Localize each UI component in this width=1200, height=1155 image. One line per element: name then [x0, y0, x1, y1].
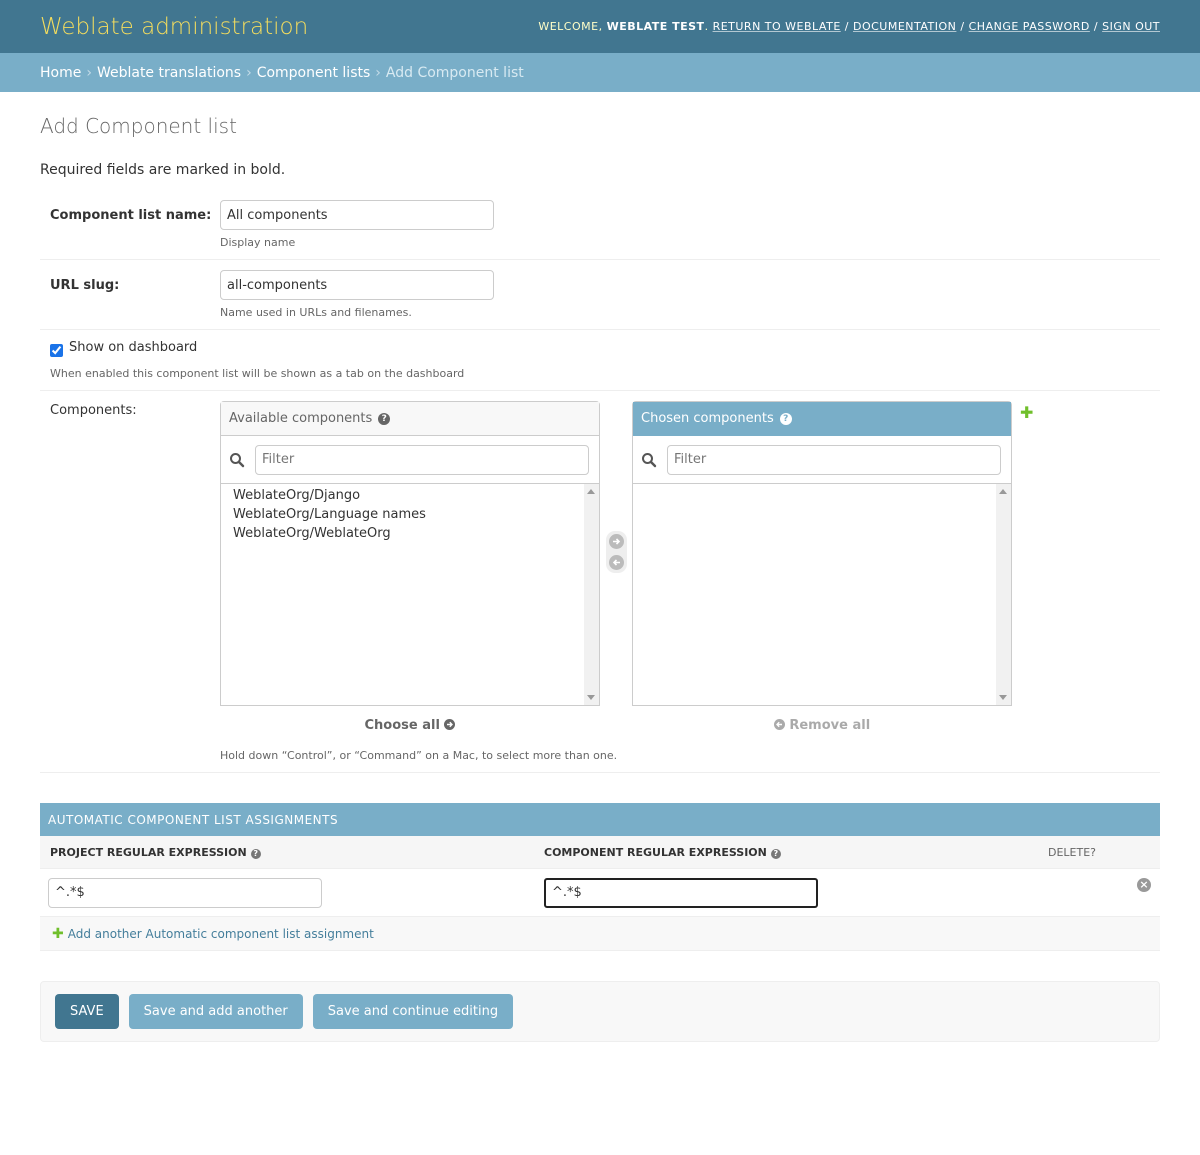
available-components-list[interactable]: WeblateOrg/Django WeblateOrg/Language na… — [221, 484, 599, 705]
save-and-continue-button[interactable]: Save and continue editing — [312, 994, 514, 1029]
component-regex-input[interactable] — [544, 877, 818, 908]
required-note: Required fields are marked in bold. — [40, 162, 286, 178]
available-components-title: Available components ? — [221, 402, 599, 436]
documentation-link[interactable]: Documentation — [853, 20, 956, 33]
help-icon[interactable]: ? — [378, 412, 391, 425]
help-icon[interactable]: ? — [250, 848, 261, 859]
scrollbar[interactable] — [996, 484, 1011, 705]
name-label: Component list name: — [50, 208, 212, 223]
available-filter-row — [221, 436, 599, 484]
delete-row-icon[interactable]: × — [1137, 878, 1151, 892]
selector-movers — [600, 531, 632, 573]
slug-label: URL slug: — [50, 278, 120, 293]
project-regex-input[interactable] — [48, 877, 322, 908]
inline-assignments: AUTOMATIC COMPONENT LIST ASSIGNMENTS Pro… — [40, 803, 1160, 951]
table-row: × — [40, 869, 1160, 917]
components-help: Hold down “Control”, or “Command” on a M… — [220, 749, 618, 762]
available-filter-input[interactable] — [255, 444, 589, 475]
show-on-dashboard-checkbox[interactable] — [50, 344, 63, 357]
save-button[interactable]: SAVE — [55, 994, 119, 1029]
chosen-filter-row — [633, 436, 1011, 484]
remove-all-link[interactable]: Remove all — [632, 718, 1012, 733]
user-tools: Welcome, Weblate Test. Return to Weblate… — [538, 20, 1160, 33]
main-content: Add Component list Required fields are m… — [0, 114, 1200, 1042]
breadcrumb-separator: › — [86, 64, 92, 81]
search-icon — [230, 452, 245, 467]
form-row-components: Components: Available components ? Filte… — [40, 391, 1160, 773]
search-icon — [642, 452, 657, 467]
selector-actions: Choose all Remove all — [220, 718, 1030, 733]
form-row-dashboard: Show on dashboard When enabled this comp… — [40, 330, 1160, 391]
inline-title: AUTOMATIC COMPONENT LIST ASSIGNMENTS — [40, 803, 1160, 836]
breadcrumb-app[interactable]: Weblate translations — [97, 65, 241, 81]
return-to-weblate-link[interactable]: Return to Weblate — [713, 20, 841, 33]
form-row-name: Component list name: Display name — [40, 190, 1160, 260]
delete-header: Delete? — [1048, 845, 1097, 859]
available-components-box: Available components ? WeblateOrg/Django… — [220, 401, 600, 706]
form-row-slug: URL slug: Name used in URLs and filename… — [40, 260, 1160, 330]
breadcrumb-separator: › — [375, 64, 381, 81]
project-regex-header: Project regular expression? — [40, 846, 544, 859]
plus-icon: ✚ — [52, 925, 64, 942]
slug-help: Name used in URLs and filenames. — [220, 306, 412, 319]
inline-column-headers: Project regular expression? Component re… — [40, 836, 1160, 869]
component-regex-header: Component regular expression? — [544, 846, 1048, 859]
chosen-components-list[interactable] — [633, 484, 1011, 705]
save-and-add-another-button[interactable]: Save and add another — [128, 994, 303, 1029]
change-password-link[interactable]: Change password — [969, 20, 1090, 33]
chosen-filter-input[interactable] — [667, 444, 1001, 475]
chosen-components-box: Chosen components ? — [632, 401, 1012, 706]
arrow-right-icon — [444, 719, 456, 730]
scrollbar[interactable] — [584, 484, 599, 705]
list-item[interactable]: WeblateOrg/Django — [233, 486, 587, 505]
welcome-text: Welcome, — [538, 20, 603, 33]
breadcrumb-current: Add Component list — [385, 64, 524, 81]
user-name: Weblate Test — [606, 20, 705, 33]
help-icon[interactable]: ? — [779, 412, 792, 425]
help-icon[interactable]: ? — [770, 848, 781, 859]
components-label: Components: — [50, 403, 137, 418]
admin-header: Weblate administration Welcome, Weblate … — [0, 0, 1200, 53]
component-list-name-input[interactable] — [220, 200, 494, 230]
sign-out-link[interactable]: Sign out — [1102, 20, 1160, 33]
page-title: Add Component list — [40, 114, 237, 138]
add-component-plus-icon[interactable]: ✚ — [1020, 403, 1033, 422]
list-item[interactable]: WeblateOrg/Language names — [233, 505, 587, 524]
dashboard-help: When enabled this component list will be… — [50, 367, 465, 380]
move-right-icon[interactable] — [608, 534, 624, 549]
breadcrumb-home[interactable]: Home — [40, 65, 81, 81]
add-another-assignment-link[interactable]: ✚ Add another Automatic component list a… — [40, 917, 1160, 951]
site-branding[interactable]: Weblate administration — [40, 14, 308, 40]
breadcrumb-model[interactable]: Component lists — [257, 65, 371, 81]
name-help: Display name — [220, 236, 296, 249]
breadcrumb-separator: › — [246, 64, 252, 81]
choose-all-link[interactable]: Choose all — [220, 718, 600, 733]
breadcrumb: Home › Weblate translations › Component … — [0, 53, 1200, 92]
url-slug-input[interactable] — [220, 270, 494, 300]
submit-row: SAVE Save and add another Save and conti… — [40, 981, 1160, 1042]
list-item[interactable]: WeblateOrg/WeblateOrg — [233, 524, 587, 543]
arrow-left-icon — [773, 719, 785, 730]
move-left-icon[interactable] — [608, 555, 624, 570]
show-on-dashboard-label[interactable]: Show on dashboard — [69, 340, 197, 355]
chosen-components-title: Chosen components ? — [633, 402, 1011, 436]
